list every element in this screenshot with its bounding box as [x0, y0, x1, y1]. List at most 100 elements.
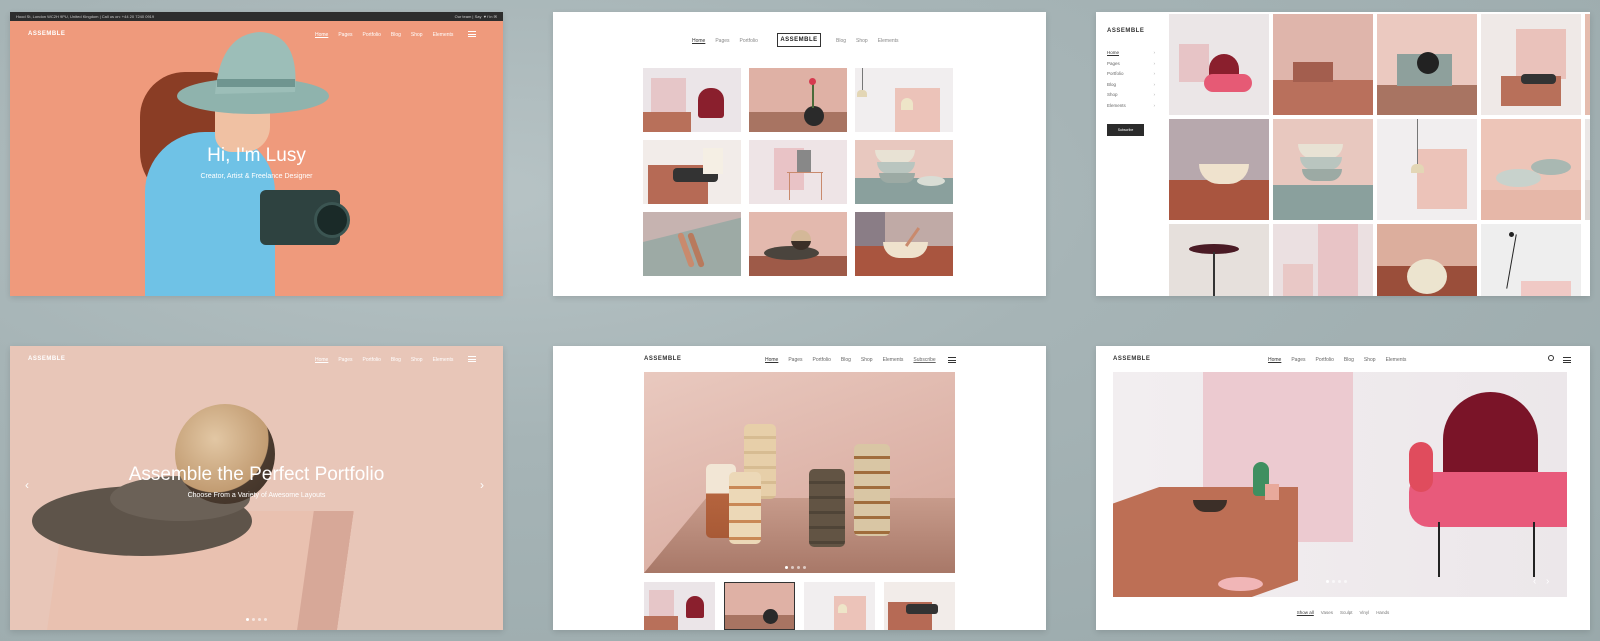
thumb-vase-active[interactable] [724, 582, 795, 630]
grid-image-vase[interactable] [1377, 14, 1477, 115]
grid-image-pink-panels[interactable] [1273, 224, 1373, 296]
nav-item-pages[interactable]: Pages [788, 357, 802, 363]
nav-item-shop[interactable]: Shop [856, 38, 868, 44]
side-menu-item-blog[interactable]: Blog › [1107, 82, 1155, 93]
nav-item-home[interactable]: Home [765, 357, 778, 363]
portfolio-tile-sphere-disc[interactable] [749, 212, 847, 276]
grid-image-block[interactable] [1273, 14, 1373, 115]
portfolio-tile-pink-chair[interactable] [643, 68, 741, 132]
grid-image-bowl[interactable] [1169, 119, 1269, 220]
site-logo-box[interactable]: ASSEMBLE [777, 33, 821, 47]
thumb-box-textile[interactable] [884, 582, 955, 630]
grid-image-stones[interactable] [1585, 14, 1590, 115]
portfolio-tile-spoons[interactable] [643, 212, 741, 276]
portfolio-tile-bowls[interactable] [855, 140, 953, 204]
nav-item-home[interactable]: Home [315, 357, 328, 363]
portfolio-tile-box-textile[interactable] [643, 140, 741, 204]
menu-icon[interactable] [1563, 357, 1571, 363]
slider-dots[interactable] [785, 566, 806, 569]
nav-item-portfolio[interactable]: Portfolio [740, 38, 758, 44]
grid-image-blank[interactable] [1585, 119, 1590, 220]
chevron-left-icon[interactable]: ‹ [25, 478, 29, 492]
nav-item-blog[interactable]: Blog [836, 38, 846, 44]
menu-icon[interactable] [468, 31, 476, 37]
nav-item-portfolio[interactable]: Portfolio [813, 357, 831, 363]
portfolio-tile-vase[interactable] [749, 68, 847, 132]
side-menu-item-elements[interactable]: Elements › [1107, 103, 1155, 114]
filter-vinyl[interactable]: Vinyl [1360, 610, 1370, 615]
nav-item-elements[interactable]: Elements [1386, 357, 1407, 363]
social-icons[interactable]: ♥ f in ✉ [483, 14, 497, 19]
search-icon[interactable] [1548, 355, 1554, 361]
side-menu-item-home[interactable]: Home › [1107, 50, 1155, 61]
grid-image-plates[interactable] [1481, 119, 1581, 220]
nav-item-pages[interactable]: Pages [715, 38, 729, 44]
nav-item-home[interactable]: Home [1268, 357, 1281, 363]
slider-dots[interactable] [1326, 580, 1347, 583]
slider-dots[interactable] [246, 618, 267, 621]
thumb-pink-chair[interactable] [644, 582, 715, 630]
preview-card-hi-lusy[interactable]: Hood St, London WC2H 9PU, United Kingdom… [10, 12, 503, 296]
chevron-right-icon[interactable]: › [1546, 576, 1549, 587]
grid-image-ceramic-sphere[interactable] [1377, 224, 1477, 296]
contact-info: Hood St, London WC2H 9PU, United Kingdom… [16, 14, 155, 19]
nav-item-blog[interactable]: Blog [391, 32, 401, 38]
chevron-right-icon[interactable]: › [480, 478, 484, 492]
nav-item-shop[interactable]: Shop [411, 357, 423, 363]
nav-item-blog[interactable]: Blog [1344, 357, 1354, 363]
nav-item-portfolio[interactable]: Portfolio [1316, 357, 1334, 363]
main-nav: Home Pages Portfolio Blog Shop Elements [1268, 357, 1406, 363]
preview-card-fullwidth-slider[interactable]: ASSEMBLE Home Pages Portfolio Blog Shop … [1096, 346, 1590, 630]
menu-icon[interactable] [468, 356, 476, 362]
nav-item-elements[interactable]: Elements [433, 357, 454, 363]
nav-item-shop[interactable]: Shop [1364, 357, 1376, 363]
chevron-left-icon[interactable]: ‹ [1533, 576, 1536, 587]
nav-item-pages[interactable]: Pages [338, 357, 352, 363]
grid-image-pink-sofa[interactable] [1169, 14, 1269, 115]
portfolio-tile-bowl-spoon[interactable] [855, 212, 953, 276]
filter-sculpt[interactable]: Sculpt [1340, 610, 1353, 615]
site-logo[interactable]: ASSEMBLE [28, 356, 65, 362]
filter-hands[interactable]: Hands [1376, 610, 1389, 615]
thumb-lamp[interactable] [804, 582, 875, 630]
menu-icon[interactable] [948, 357, 956, 363]
site-logo[interactable]: ASSEMBLE [1107, 28, 1144, 34]
grid-image-bowls[interactable] [1273, 119, 1373, 220]
nav-item-portfolio[interactable]: Portfolio [363, 32, 381, 38]
site-logo[interactable]: ASSEMBLE [28, 31, 65, 37]
chevron-right-icon: › [1153, 92, 1156, 97]
side-menu-item-portfolio[interactable]: Portfolio › [1107, 71, 1155, 82]
filter-vases[interactable]: Vases [1321, 610, 1333, 615]
site-logo[interactable]: ASSEMBLE [1113, 356, 1150, 362]
nav-item-elements[interactable]: Elements [878, 38, 899, 44]
nav-item-home[interactable]: Home [692, 38, 705, 44]
side-menu-item-shop[interactable]: Shop › [1107, 92, 1155, 103]
filter-show-all[interactable]: Show all [1297, 610, 1314, 615]
side-menu-item-pages[interactable]: Pages › [1107, 61, 1155, 72]
subscribe-button[interactable]: Subscribe [1107, 124, 1144, 136]
nav-item-blog[interactable]: Blog [841, 357, 851, 363]
preview-card-slider-thumbs[interactable]: ASSEMBLE Home Pages Portfolio Blog Shop … [553, 346, 1046, 630]
preview-card-side-menu-grid[interactable]: ASSEMBLE Home › Pages › Portfolio › Blog › S… [1096, 12, 1590, 296]
portfolio-tile-lamp[interactable] [855, 68, 953, 132]
preview-card-grid-portfolio[interactable]: Home Pages Portfolio ASSEMBLE Blog Shop … [553, 12, 1046, 296]
grid-image-flower[interactable] [1481, 224, 1581, 296]
nav-item-blog[interactable]: Blog [391, 357, 401, 363]
nav-item-shop[interactable]: Shop [861, 357, 873, 363]
nav-item-shop[interactable]: Shop [411, 32, 423, 38]
nav-item-elements[interactable]: Elements [883, 357, 904, 363]
grid-image-lamp[interactable] [1377, 119, 1477, 220]
nav-item-subscribe[interactable]: Subscribe [913, 357, 935, 363]
portfolio-tile-wire-chair[interactable] [749, 140, 847, 204]
nav-item-pages[interactable]: Pages [1291, 357, 1305, 363]
main-nav: Home Pages Portfolio Blog Shop Elements … [765, 357, 936, 363]
nav-item-pages[interactable]: Pages [338, 32, 352, 38]
nav-item-portfolio[interactable]: Portfolio [363, 357, 381, 363]
grid-image-textile[interactable] [1481, 14, 1581, 115]
grid-image-side-table[interactable] [1169, 224, 1269, 296]
preview-card-perfect-portfolio[interactable]: ASSEMBLE Home Pages Portfolio Blog Shop … [10, 346, 503, 630]
hat-image [177, 32, 329, 114]
site-logo[interactable]: ASSEMBLE [644, 356, 681, 362]
main-nav: Home Pages Portfolio Blog Shop Elements [315, 32, 453, 38]
nav-item-elements[interactable]: Elements [433, 32, 454, 38]
